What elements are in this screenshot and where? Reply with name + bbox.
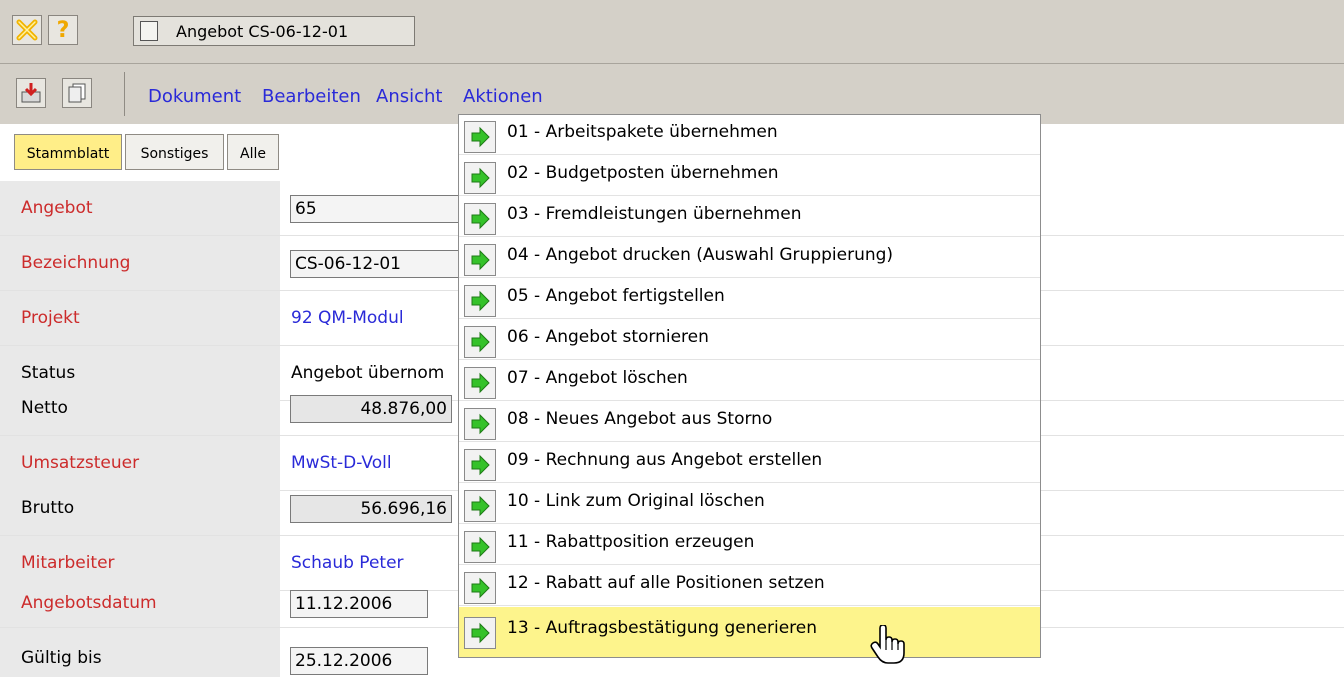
menu-aktionen[interactable]: Aktionen — [463, 86, 543, 107]
arrow-right-icon — [464, 244, 496, 276]
mitarbeiter-link[interactable]: Schaub Peter — [291, 553, 404, 573]
arrow-right-icon — [464, 490, 496, 522]
action-label: 01 - Arbeitspakete übernehmen — [507, 122, 778, 142]
title-bar: ? Angebot CS-06-12-01 — [0, 0, 1344, 64]
menu-action-03[interactable]: 03 - Fremdleistungen übernehmen — [459, 197, 1040, 237]
brutto-label: Brutto — [0, 481, 280, 535]
gueltig-bis-field[interactable]: 25.12.2006 — [290, 647, 428, 675]
gueltig-bis-label: Gültig bis — [0, 628, 280, 677]
save-icon — [21, 83, 41, 103]
arrow-right-icon — [464, 617, 496, 649]
tab-alle[interactable]: Alle — [227, 134, 279, 170]
arrow-right-icon — [464, 531, 496, 563]
tab-label: Alle — [240, 146, 266, 162]
action-label: 11 - Rabattposition erzeugen — [507, 532, 755, 552]
action-label: 03 - Fremdleistungen übernehmen — [507, 204, 802, 224]
arrow-right-icon — [464, 367, 496, 399]
menu-action-09[interactable]: 09 - Rechnung aus Angebot erstellen — [459, 443, 1040, 483]
arrow-right-icon — [464, 449, 496, 481]
action-label: 08 - Neues Angebot aus Storno — [507, 409, 773, 429]
bezeichnung-field[interactable]: CS-06-12-01 — [290, 250, 460, 278]
menu-action-11[interactable]: 11 - Rabattposition erzeugen — [459, 525, 1040, 565]
arrow-right-icon — [464, 121, 496, 153]
menu-action-04[interactable]: 04 - Angebot drucken (Auswahl Gruppierun… — [459, 238, 1040, 278]
menu-action-06[interactable]: 06 - Angebot stornieren — [459, 320, 1040, 360]
arrow-right-icon — [464, 572, 496, 604]
arrow-right-icon — [464, 408, 496, 440]
menu-action-02[interactable]: 02 - Budgetposten übernehmen — [459, 156, 1040, 196]
menu-bearbeiten[interactable]: Bearbeiten — [262, 86, 361, 107]
menu-action-07[interactable]: 07 - Angebot löschen — [459, 361, 1040, 401]
help-icon: ? — [56, 17, 70, 43]
tab-label: Stammblatt — [26, 146, 110, 162]
tab-stammblatt[interactable]: Stammblatt — [14, 134, 122, 170]
toolbar-separator — [124, 72, 125, 116]
menu-ansicht[interactable]: Ansicht — [376, 86, 442, 107]
brutto-field: 56.696,16 — [290, 495, 452, 523]
help-button[interactable]: ? — [48, 15, 78, 45]
action-label: 09 - Rechnung aus Angebot erstellen — [507, 450, 823, 470]
close-button[interactable] — [12, 15, 42, 45]
menu-action-05[interactable]: 05 - Angebot fertigstellen — [459, 279, 1040, 319]
action-label: 02 - Budgetposten übernehmen — [507, 163, 779, 183]
hand-cursor-icon — [870, 625, 905, 664]
angebot-field[interactable]: 65 — [290, 195, 460, 223]
copy-button[interactable] — [62, 78, 92, 108]
menu-action-12[interactable]: 12 - Rabatt auf alle Positionen setzen — [459, 566, 1040, 606]
menu-action-10[interactable]: 10 - Link zum Original löschen — [459, 484, 1040, 524]
action-label: 07 - Angebot löschen — [507, 368, 688, 388]
action-label: 04 - Angebot drucken (Auswahl Gruppierun… — [507, 245, 894, 265]
angebot-label: Angebot — [0, 181, 280, 235]
arrow-right-icon — [464, 285, 496, 317]
arrow-right-icon — [464, 203, 496, 235]
action-label: 06 - Angebot stornieren — [507, 327, 709, 347]
netto-field: 48.876,00 — [290, 395, 452, 423]
menu-action-01[interactable]: 01 - Arbeitspakete übernehmen — [459, 115, 1040, 155]
menu-dokument[interactable]: Dokument — [148, 86, 241, 107]
angebotsdatum-field[interactable]: 11.12.2006 — [290, 590, 428, 618]
action-label: 10 - Link zum Original löschen — [507, 491, 765, 511]
document-tab-label: Angebot CS-06-12-01 — [176, 22, 349, 41]
aktionen-dropdown: 01 - Arbeitspakete übernehmen 02 - Budge… — [458, 114, 1041, 658]
action-label: 12 - Rabatt auf alle Positionen setzen — [507, 573, 825, 593]
angebotsdatum-label: Angebotsdatum — [0, 578, 280, 627]
projekt-label: Projekt — [0, 291, 280, 345]
arrow-right-icon — [464, 162, 496, 194]
save-button[interactable] — [16, 78, 46, 108]
menu-action-13[interactable]: 13 - Auftragsbestätigung generieren — [459, 607, 1040, 657]
action-label: 05 - Angebot fertigstellen — [507, 286, 725, 306]
menu-action-08[interactable]: 08 - Neues Angebot aus Storno — [459, 402, 1040, 442]
tab-label: Sonstiges — [140, 146, 209, 162]
umsatzsteuer-link[interactable]: MwSt-D-Voll — [291, 453, 392, 473]
arrow-right-icon — [464, 326, 496, 358]
tab-sonstiges[interactable]: Sonstiges — [125, 134, 224, 170]
close-icon — [16, 19, 38, 41]
action-label: 13 - Auftragsbestätigung generieren — [507, 618, 818, 638]
status-value: Angebot übernom — [291, 363, 445, 383]
netto-label: Netto — [0, 381, 280, 435]
copy-icon — [68, 83, 86, 103]
projekt-link[interactable]: 92 QM-Modul — [291, 308, 404, 328]
bezeichnung-label: Bezeichnung — [0, 236, 280, 290]
document-icon — [140, 21, 158, 41]
document-tab[interactable]: Angebot CS-06-12-01 — [133, 16, 415, 46]
